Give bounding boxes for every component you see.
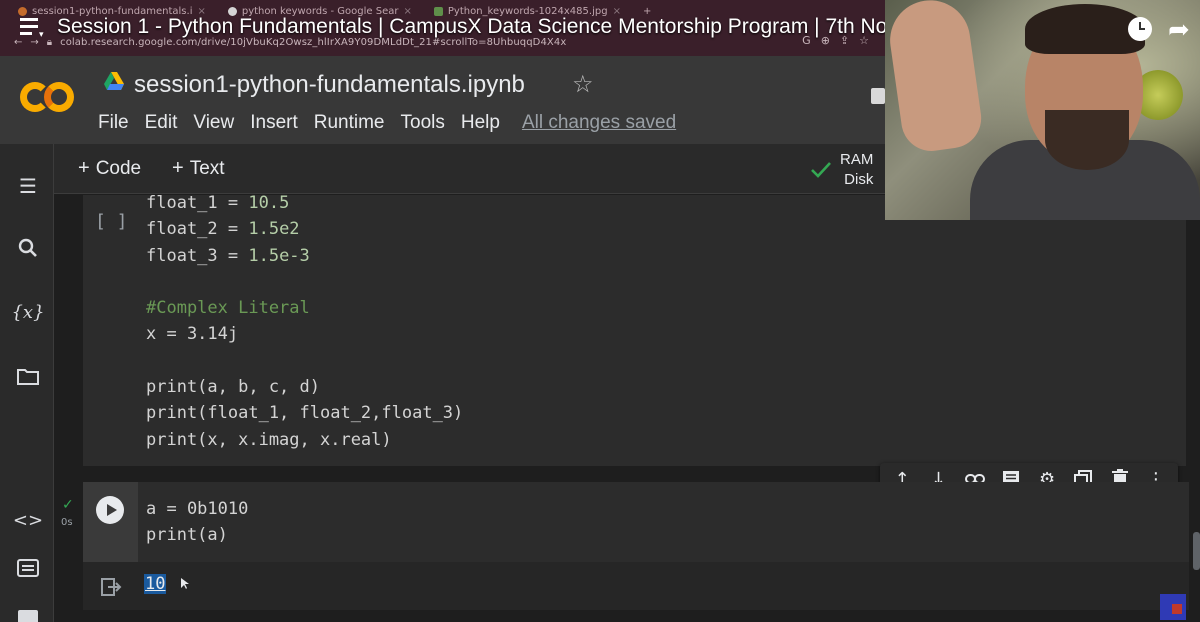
code-snippets-icon[interactable]: <>	[13, 506, 43, 534]
code-line-literal: 1.5e2	[248, 219, 300, 240]
mouse-cursor-icon	[181, 578, 189, 589]
code-line: float_1 = 10.5	[146, 193, 290, 213]
menu-runtime[interactable]: Runtime	[306, 112, 393, 134]
command-palette-icon[interactable]	[14, 554, 42, 582]
code-line: #Complex Literal	[146, 298, 310, 319]
menu-help[interactable]: Help	[453, 112, 508, 134]
terminal-icon[interactable]	[14, 604, 42, 622]
output-text: 10	[144, 574, 167, 594]
code-line: float_3 = 1.5e-3	[146, 245, 310, 266]
google-drive-icon[interactable]	[104, 72, 124, 90]
resources-indicator[interactable]: RAM Disk	[840, 150, 873, 190]
colab-header: session1-python-fundamentals.ipynb ☆ Fil…	[0, 56, 885, 144]
cell-run-indicator[interactable]: [ ]	[95, 211, 128, 232]
lock-icon: 🔒︎	[46, 36, 53, 48]
menu-file[interactable]: File	[98, 112, 137, 134]
run-cell-button[interactable]	[96, 496, 124, 524]
menu-insert[interactable]: Insert	[242, 112, 306, 134]
output-actions-icon[interactable]	[100, 577, 122, 597]
share-arrow-icon[interactable]: ➦	[1168, 15, 1190, 45]
menu-tools[interactable]: Tools	[393, 112, 453, 134]
variables-icon[interactable]: {x}	[11, 298, 44, 326]
left-sidebar: ☰ {x} <>	[0, 144, 54, 622]
table-of-contents-icon[interactable]: ☰	[14, 172, 42, 200]
watch-later-icon[interactable]	[1128, 17, 1152, 41]
scrollbar[interactable]	[1193, 532, 1200, 570]
colab-tab-icon	[18, 6, 27, 16]
star-icon[interactable]: ☆	[572, 70, 594, 98]
menu-bar: File Edit View Insert Runtime Tools Help…	[98, 112, 684, 134]
code-editor[interactable]: float_1 = 10.5 float_2 = 1.5e2 float_3 = 1…	[146, 190, 463, 453]
code-line: print(a, b, c, d)	[146, 377, 320, 398]
code-line: print(a)	[146, 525, 228, 546]
code-line-literal: 1.5e-3	[248, 245, 310, 266]
video-title[interactable]: Session 1 - Python Fundamentals | Campus…	[57, 15, 950, 39]
code-line: a = 0b1010	[146, 499, 249, 519]
disk-label: Disk	[844, 171, 874, 188]
code-line-literal: 10.5	[248, 193, 290, 213]
colab-logo[interactable]	[18, 78, 78, 118]
plus-icon: +	[172, 157, 184, 179]
channel-watermark-icon[interactable]	[1160, 594, 1186, 620]
code-line: x = 3.14j	[146, 324, 239, 345]
code-line: float_2 = 1.5e2	[146, 219, 300, 240]
add-text-label: Text	[189, 158, 225, 179]
menu-edit[interactable]: Edit	[137, 112, 186, 134]
plus-icon: +	[78, 157, 90, 179]
code-line: print(x, x.imag, x.real)	[146, 429, 392, 450]
webcam-overlay	[885, 0, 1200, 220]
playlist-icon[interactable]: ▾	[20, 18, 44, 40]
cell-output	[83, 562, 1189, 610]
ram-label: RAM	[840, 151, 874, 168]
menu-view[interactable]: View	[185, 112, 242, 134]
search-icon[interactable]	[14, 234, 42, 262]
code-editor[interactable]: a = 0b1010 print(a)	[146, 496, 248, 549]
check-icon	[811, 162, 831, 178]
notebook-filename[interactable]: session1-python-fundamentals.ipynb	[134, 71, 525, 99]
add-code-button[interactable]: + Code	[78, 157, 141, 180]
execution-time: 0s	[61, 517, 73, 528]
code-line: print(float_1, float_2,float_3)	[146, 403, 464, 424]
code-cell[interactable]	[83, 482, 1189, 562]
execution-success-icon: ✓	[62, 497, 74, 513]
comment-icon[interactable]	[871, 88, 885, 104]
add-text-button[interactable]: + Text	[172, 157, 225, 180]
folder-icon[interactable]	[14, 362, 42, 390]
add-code-label: Code	[95, 158, 142, 179]
save-status-link[interactable]: All changes saved	[508, 112, 684, 134]
